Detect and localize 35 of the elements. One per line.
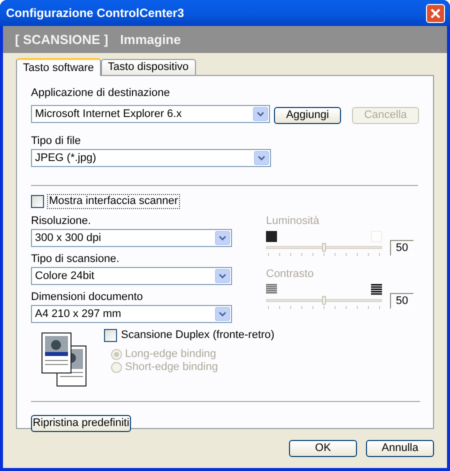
- subsection-title: Immagine: [120, 30, 181, 49]
- reset-button[interactable]: Ripristina predefiniti: [31, 415, 131, 432]
- dark-square-icon: [266, 231, 277, 242]
- dropdown[interactable]: Colore 24bit: [31, 267, 232, 285]
- field-label: Tipo di file: [31, 135, 82, 148]
- dialog-button[interactable]: Annulla: [366, 440, 434, 457]
- close-button[interactable]: [426, 4, 445, 22]
- field-label: Applicazione di destinazione: [31, 87, 171, 100]
- dropdown[interactable]: A4 210 x 297 mm: [31, 305, 232, 323]
- section-title: [ SCANSIONE ]: [15, 30, 108, 49]
- slider-track[interactable]: [266, 246, 382, 249]
- slider-label: Luminosità: [266, 215, 320, 228]
- slider-label: Contrasto: [266, 268, 315, 281]
- tab[interactable]: Tasto dispositivo: [100, 59, 196, 75]
- duplex-pages-icon: [41, 332, 88, 387]
- checkbox[interactable]: [104, 329, 117, 342]
- dropdown[interactable]: 300 x 300 dpi: [31, 229, 232, 247]
- add-button[interactable]: Aggiungi: [274, 107, 341, 124]
- checkbox[interactable]: [31, 195, 44, 208]
- field-label: Dimensioni documento: [31, 291, 144, 304]
- checkbox-label[interactable]: Mostra interfaccia scanner: [47, 194, 180, 209]
- close-icon: [430, 8, 441, 18]
- window-title: Configurazione ControlCenter3: [6, 5, 186, 22]
- dropdown[interactable]: JPEG (*.jpg): [31, 149, 271, 167]
- dialog-button[interactable]: OK: [289, 440, 357, 457]
- tab[interactable]: Tasto software: [16, 58, 101, 76]
- dropdown[interactable]: Microsoft Internet Explorer 6.x: [31, 105, 270, 123]
- high-contrast-icon: [371, 284, 382, 295]
- checkbox-label[interactable]: Scansione Duplex (fronte-retro): [121, 329, 274, 342]
- low-contrast-icon: [266, 284, 277, 295]
- field-label: Risoluzione.: [31, 215, 92, 228]
- field-label: Tipo di scansione.: [31, 253, 120, 266]
- slider-track[interactable]: [266, 299, 382, 302]
- value-box: 50: [390, 293, 414, 309]
- value-box: 50: [390, 240, 414, 256]
